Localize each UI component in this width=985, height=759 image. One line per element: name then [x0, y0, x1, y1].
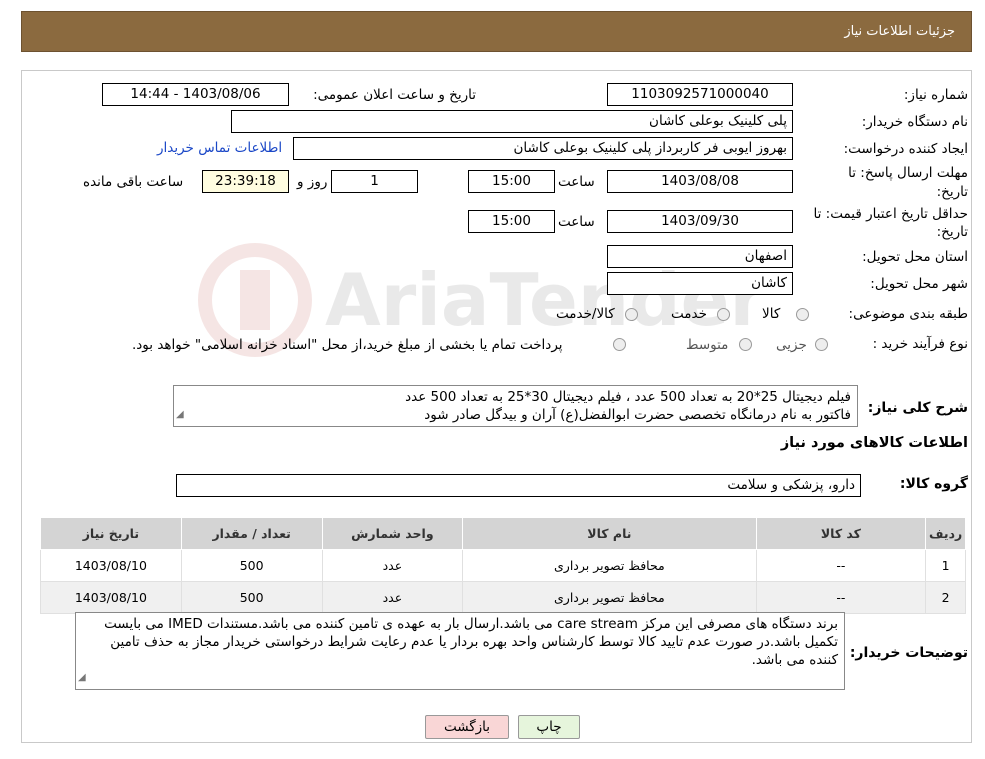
cell-date: 1403/08/10 — [40, 549, 182, 582]
goods-section-title: اطلاعات کالاهای مورد نیاز — [780, 435, 968, 451]
deadline-time-field: 15:00 — [468, 170, 555, 193]
buyer-contact-link[interactable]: اطلاعات تماس خریدار — [157, 140, 282, 156]
process-radio-treasury[interactable] — [613, 338, 626, 351]
province-field: اصفهان — [607, 245, 793, 268]
print-button[interactable]: چاپ — [518, 715, 580, 739]
cell-row: 2 — [925, 581, 966, 614]
process-note: پرداخت تمام یا بخشی از مبلغ خرید،از محل … — [132, 337, 563, 353]
deadline-date-field: 1403/08/08 — [607, 170, 793, 193]
col-row: ردیف — [925, 517, 966, 550]
cell-name: محافظ تصویر برداری — [462, 549, 757, 582]
table-row: 2 -- محافظ تصویر برداری عدد 500 1403/08/… — [40, 581, 966, 614]
goods-table: ردیف کد کالا نام کالا واحد شمارش تعداد /… — [40, 517, 966, 614]
back-button[interactable]: بازگشت — [425, 715, 509, 739]
resize-grip-icon[interactable]: ◢ — [78, 669, 86, 687]
process-radio-minor[interactable] — [815, 338, 828, 351]
cell-qty: 500 — [180, 549, 323, 582]
announce-field: 1403/08/06 - 14:44 — [102, 83, 289, 106]
col-code: کد کالا — [755, 517, 927, 550]
col-date: تاریخ نیاز — [40, 517, 182, 550]
process-option-medium: متوسط — [686, 337, 729, 353]
category-option-goods: کالا — [762, 306, 781, 322]
cell-unit: عدد — [321, 581, 464, 614]
deadline-time-label: ساعت — [558, 174, 595, 190]
description-line-1: فیلم دیجیتال 25*20 به تعداد 500 عدد ، فی… — [405, 389, 851, 405]
col-unit: واحد شمارش — [321, 517, 464, 550]
cell-code: -- — [755, 581, 927, 614]
category-radio-goods[interactable] — [796, 308, 809, 321]
validity-label-2: تاریخ: — [936, 224, 968, 240]
creator-label: ایجاد کننده درخواست: — [843, 141, 968, 157]
col-name: نام کالا — [462, 517, 757, 550]
cell-date: 1403/08/10 — [40, 581, 182, 614]
validity-date-field: 1403/09/30 — [607, 210, 793, 233]
col-qty: تعداد / مقدار — [180, 517, 323, 550]
goods-group-label: گروه کالا: — [899, 476, 968, 492]
buyer-org-label: نام دستگاه خریدار: — [861, 114, 968, 130]
validity-time-field: 15:00 — [468, 210, 555, 233]
cell-row: 1 — [925, 549, 966, 582]
page-title: جزئیات اطلاعات نیاز — [844, 24, 955, 39]
description-line-2: فاکتور به نام درمانگاه تخصصی حضرت ابوالف… — [424, 407, 851, 423]
need-number-label: شماره نیاز: — [903, 87, 968, 103]
category-radio-goods-service[interactable] — [625, 308, 638, 321]
cell-code: -- — [755, 549, 927, 582]
page-header: جزئیات اطلاعات نیاز — [21, 11, 972, 52]
description-label: شرح کلی نیاز: — [867, 400, 968, 416]
deadline-label: مهلت ارسال پاسخ: تا — [848, 165, 968, 181]
goods-group-field: دارو، پزشکی و سلامت — [176, 474, 861, 497]
buyer-notes-text: برند دستگاه های مصرفی این مرکز care stre… — [104, 616, 838, 668]
goods-table-header: ردیف کد کالا نام کالا واحد شمارش تعداد /… — [40, 517, 966, 550]
process-option-minor: جزیی — [776, 337, 807, 353]
category-radio-service[interactable] — [717, 308, 730, 321]
validity-label: حداقل تاریخ اعتبار قیمت: تا — [813, 206, 968, 222]
need-number-field: 1103092571000040 — [607, 83, 793, 106]
process-label: نوع فرآیند خرید : — [872, 336, 968, 352]
days-field: 1 — [331, 170, 418, 193]
deadline-label-2: تاریخ: — [936, 184, 968, 200]
announce-label: تاریخ و ساعت اعلان عمومی: — [313, 87, 476, 103]
table-row: 1 -- محافظ تصویر برداری عدد 500 1403/08/… — [40, 549, 966, 582]
province-label: استان محل تحویل: — [862, 249, 968, 265]
cell-unit: عدد — [321, 549, 464, 582]
category-option-service: خدمت — [671, 306, 707, 322]
buyer-org-field: پلی کلینیک بوعلی کاشان — [231, 110, 793, 133]
category-label: طبقه بندی موضوعی: — [848, 306, 968, 322]
cell-name: محافظ تصویر برداری — [462, 581, 757, 614]
remaining-time-field: 23:39:18 — [202, 170, 289, 193]
buyer-notes-label: توضیحات خریدار: — [849, 645, 968, 661]
remaining-time-label: ساعت باقی مانده — [83, 174, 184, 190]
city-label: شهر محل تحویل: — [870, 276, 968, 292]
process-radio-medium[interactable] — [739, 338, 752, 351]
description-textarea[interactable]: فیلم دیجیتال 25*20 به تعداد 500 عدد ، فی… — [173, 385, 858, 427]
category-option-goods-service: کالا/خدمت — [556, 306, 615, 322]
validity-time-label: ساعت — [558, 214, 595, 230]
days-label: روز و — [297, 174, 328, 190]
resize-grip-icon[interactable]: ◢ — [176, 406, 184, 424]
buyer-notes-textarea[interactable]: برند دستگاه های مصرفی این مرکز care stre… — [75, 612, 845, 690]
city-field: کاشان — [607, 272, 793, 295]
creator-field: بهروز ایوبی فر کاربرداز پلی کلینیک بوعلی… — [293, 137, 793, 160]
cell-qty: 500 — [180, 581, 323, 614]
